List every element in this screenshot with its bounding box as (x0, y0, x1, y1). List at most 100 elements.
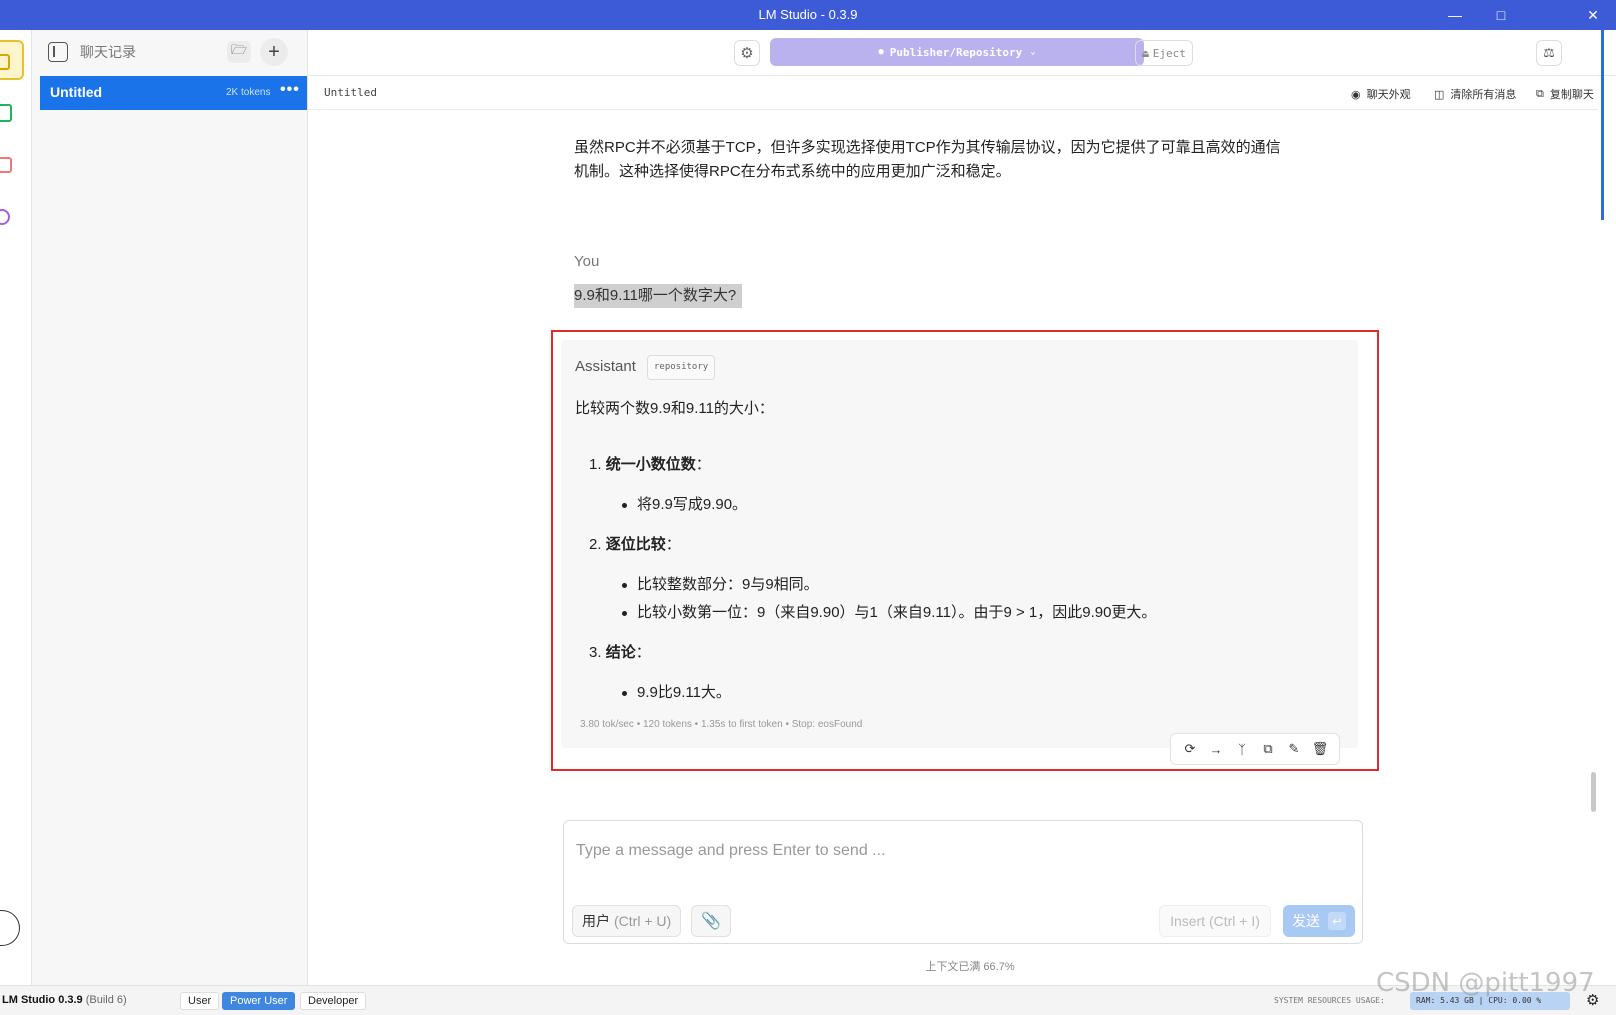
chat-appearance-button[interactable]: ◉ 聊天外观 (1351, 86, 1411, 102)
step-colon: ： (635, 644, 651, 661)
app-version: LM Studio 0.3.9 (Build 6) (2, 994, 127, 1006)
search-nav-icon[interactable] (0, 205, 24, 229)
mode-developer-button[interactable]: Developer (300, 992, 367, 1010)
user-label: You (574, 253, 600, 270)
scrollbar-thumb[interactable] (1591, 772, 1596, 812)
step-title: 逐位比较 (605, 536, 666, 553)
step-2: 2. 逐位比较： (589, 534, 681, 556)
message-toolbar: ⟳ → ᛉ ⧉ ✎ 🗑 (1170, 733, 1340, 765)
chat-nav-icon[interactable] (0, 40, 24, 80)
more-options-icon[interactable]: ••• (280, 81, 300, 99)
settings-gear-icon[interactable]: ⚙ (734, 40, 760, 66)
models-nav-icon[interactable] (0, 152, 24, 176)
step-2-bullet-2: 比较小数第一位：9（来自9.90）与1（来自9.11）。由于9 > 1，因此9.… (621, 602, 1156, 624)
step-number: 3. (589, 644, 602, 661)
model-tag: repository (647, 355, 716, 380)
eject-label: Eject (1152, 46, 1186, 60)
system-resources-label: SYSTEM RESOURCES USAGE: (1274, 996, 1385, 1005)
maximize-icon[interactable]: □ (1478, 0, 1524, 30)
window-title: LM Studio - 0.3.9 (758, 7, 858, 22)
status-bar: LM Studio 0.3.9 (Build 6) User Power Use… (0, 985, 1616, 1015)
assistant-label: Assistant (575, 358, 636, 375)
clear-messages-button[interactable]: ◫ 清除所有消息 (1434, 86, 1516, 102)
regenerate-icon[interactable]: ⟳ (1179, 738, 1201, 760)
step-title: 结论 (605, 644, 636, 661)
insert-label: Insert (1170, 913, 1206, 929)
close-icon[interactable]: ✕ (1570, 0, 1616, 30)
model-label: Publisher/Repository (889, 45, 1023, 59)
mode-user-button[interactable]: User (180, 992, 220, 1010)
build-number: (Build 6) (85, 994, 127, 1006)
mode-power-user-button[interactable]: Power User (222, 992, 296, 1010)
model-selector-button[interactable]: ● Publisher/Repository ⌄ (770, 38, 1144, 66)
user-message[interactable]: 9.9和9.11哪一个数字大? (574, 284, 743, 308)
insert-button[interactable]: Insert (Ctrl + I) (1159, 905, 1271, 937)
title-bar: LM Studio - 0.3.9 — □ ✕ (0, 0, 1616, 30)
attach-button[interactable]: 📎 (691, 905, 731, 937)
step-2-bullet-1: 比较整数部分：9与9相同。 (622, 574, 819, 596)
flask-icon[interactable]: ⚖ (1536, 40, 1562, 66)
chat-item-tokens: 2K tokens (226, 87, 271, 98)
download-nav-icon[interactable] (0, 910, 20, 946)
watermark: CSDN @pitt1997 (1376, 968, 1595, 998)
sidebar-header: 聊天记录 🗁 + (32, 30, 308, 74)
top-toolbar: ⚙ ● Publisher/Repository ⌄ ⏏ Eject ⚖ (308, 30, 1616, 76)
step-1-bullet-1: 将9.9写成9.90。 (621, 494, 747, 516)
chevron-down-icon: ⌄ (1030, 47, 1036, 57)
context-usage: 上下文已满 66.7% (925, 961, 1015, 973)
new-chat-button[interactable]: + (260, 38, 288, 66)
eject-icon: ⏏ (1142, 46, 1149, 60)
role-label: 用户 (582, 913, 610, 929)
step-colon: ： (665, 536, 681, 553)
chat-appearance-label: 聊天外观 (1366, 89, 1411, 101)
edit-icon[interactable]: ✎ (1283, 738, 1305, 760)
app-name: LM Studio 0.3.9 (2, 994, 83, 1006)
step-number: 1. (589, 456, 602, 473)
copy-chat-label: 复制聊天 (1549, 89, 1594, 101)
enter-icon: ↩ (1328, 912, 1346, 930)
developer-nav-icon[interactable] (0, 100, 24, 124)
clear-messages-label: 清除所有消息 (1450, 89, 1517, 101)
send-button[interactable]: 发送 ↩ (1283, 905, 1355, 937)
generation-stats: 3.80 tok/sec • 120 tokens • 1.35s to fir… (580, 719, 863, 730)
assistant-intro: 比较两个数9.9和9.11的大小： (575, 400, 774, 417)
scrollbar-accent (1601, 30, 1604, 220)
copy-chat-button[interactable]: ⧉ 复制聊天 (1536, 86, 1594, 102)
model-icon: ● (878, 47, 884, 57)
step-colon: ： (695, 456, 711, 473)
paperclip-icon: 📎 (701, 913, 721, 930)
step-title: 统一小数位数 (605, 456, 696, 473)
message-input[interactable] (576, 831, 1346, 871)
send-label: 发送 (1292, 913, 1320, 929)
insert-shortcut: (Ctrl + I) (1208, 913, 1260, 929)
previous-message-line-2: 机制。这种选择使得RPC在分布式系统中的应用更加广泛和稳定。 (574, 163, 1011, 180)
copy-icon[interactable]: ⧉ (1257, 738, 1279, 760)
palette-icon: ◉ (1351, 88, 1361, 101)
step-3: 3. 结论： (589, 642, 651, 664)
role-toggle-button[interactable]: 用户 (Ctrl + U) (572, 905, 682, 937)
sidebar-toggle-icon[interactable] (48, 42, 68, 62)
minimize-icon[interactable]: — (1432, 0, 1478, 30)
branch-icon[interactable]: ᛉ (1231, 738, 1253, 760)
delete-icon[interactable]: 🗑 (1309, 738, 1331, 760)
step-3-bullet-1: 9.9比9.11大。 (622, 682, 731, 704)
folder-plus-icon: 🗁 (230, 42, 248, 57)
step-1: 1. 统一小数位数： (589, 454, 711, 476)
chat-title: Untitled (324, 86, 377, 99)
role-shortcut: (Ctrl + U) (614, 913, 672, 929)
sidebar-title: 聊天记录 (80, 44, 136, 60)
eject-button[interactable]: ⏏ Eject (1135, 40, 1193, 66)
chat-list-item[interactable]: Untitled 2K tokens ••• (40, 76, 307, 110)
chat-item-name: Untitled (50, 84, 103, 100)
chat-header: Untitled ◉ 聊天外观 ◫ 清除所有消息 ⧉ 复制聊天 (308, 76, 1598, 110)
message-composer: 用户(Ctrl + U) 📎 Insert (Ctrl + I) 发送 ↩ (563, 820, 1363, 944)
copy-icon: ⧉ (1536, 87, 1544, 100)
plus-icon: + (268, 40, 280, 63)
step-number: 2. (589, 536, 602, 553)
chat-sidebar: 聊天记录 🗁 + Untitled 2K tokens ••• (32, 30, 308, 985)
new-folder-button[interactable]: 🗁 (227, 41, 251, 63)
activity-bar (0, 30, 32, 985)
continue-icon[interactable]: → (1205, 738, 1227, 760)
previous-message-line-1: 虽然RPC并不必须基于TCP，但许多实现选择使用TCP作为其传输层协议，因为它提… (574, 139, 1281, 156)
clear-icon: ◫ (1434, 88, 1445, 101)
